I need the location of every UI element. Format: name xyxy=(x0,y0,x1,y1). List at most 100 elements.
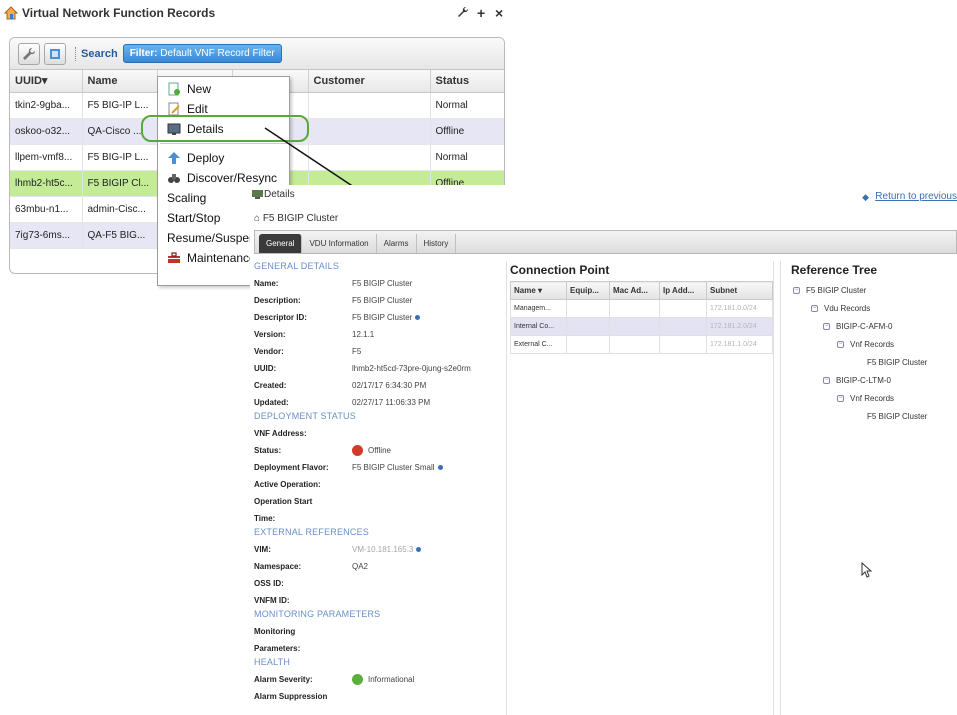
cell-uuid: 7ig73-6ms... xyxy=(10,222,83,249)
field-oss-id: OSS ID: xyxy=(254,579,284,588)
search-label[interactable]: Search xyxy=(81,48,118,60)
wrench-icon xyxy=(23,47,36,60)
tab-vdu-information[interactable]: VDU Information xyxy=(302,234,377,253)
filter-value: Default VNF Record Filter xyxy=(160,48,275,59)
collapse-icon[interactable]: − xyxy=(811,305,818,312)
tab-alarms[interactable]: Alarms xyxy=(377,234,417,253)
tree-node[interactable]: − BIGIP-C-LTM-0 xyxy=(823,376,891,385)
table-row[interactable]: Internal Co... 172.181.2.0/24 xyxy=(510,317,773,336)
cell-name: F5 BIGIP Cl... xyxy=(82,170,158,197)
field-parameters: Parameters: xyxy=(254,644,301,653)
field-vendor: Vendor: F5 xyxy=(254,347,362,356)
field-deployment-flavor: Deployment Flavor: F5 BIGIP Cluster Small xyxy=(254,459,502,476)
toolbar-divider xyxy=(75,46,76,61)
field-vnf-address: VNF Address: xyxy=(254,429,307,438)
export-button[interactable] xyxy=(44,42,66,65)
wrench-icon[interactable] xyxy=(457,5,469,21)
table-row[interactable]: External C... 172.181.1.0/24 xyxy=(510,335,773,354)
tree-node[interactable]: − Vnf Records xyxy=(837,340,894,349)
reference-tree-title: Reference Tree xyxy=(791,263,878,277)
cell-status: Offline xyxy=(430,118,504,145)
cell-uuid: llpem-vmf8... xyxy=(10,144,83,171)
settings-button[interactable] xyxy=(18,42,40,65)
field-name: Name: F5 BIGIP Cluster xyxy=(254,279,413,288)
tree-node-leaf[interactable]: F5 BIGIP Cluster xyxy=(867,412,927,421)
section-heading-monitoring: MONITORING PARAMETERS xyxy=(254,609,381,619)
info-icon[interactable] xyxy=(415,315,421,320)
home-icon[interactable]: ⌂ xyxy=(254,213,263,224)
general-details-column: GENERAL DETAILS Name: F5 BIGIP Cluster De… xyxy=(254,261,502,715)
collapse-icon[interactable]: − xyxy=(837,395,844,402)
column-header-equip[interactable]: Equip... xyxy=(566,281,610,300)
column-header-name[interactable]: Name xyxy=(82,70,158,93)
table-row[interactable]: Managem... 172.181.0.0/24 xyxy=(510,299,773,318)
binoculars-icon xyxy=(168,174,180,183)
tab-history[interactable]: History xyxy=(417,234,457,253)
return-arrow-icon[interactable]: ◆ xyxy=(862,192,869,203)
return-to-previous-link[interactable]: Return to previous xyxy=(875,191,957,202)
menu-divider xyxy=(160,143,287,144)
deploy-arrow-icon xyxy=(168,152,180,164)
column-header-mac[interactable]: Mac Ad... xyxy=(609,281,660,300)
reference-tree-column: Reference Tree − F5 BIGIP Cluster − Vdu Re… xyxy=(780,261,957,715)
vnf-toolbar: Search Filter: Default VNF Record Filter xyxy=(10,38,504,70)
close-button[interactable]: × xyxy=(495,5,503,21)
toolbox-icon xyxy=(168,252,180,263)
column-header-ip[interactable]: Ip Add... xyxy=(659,281,707,300)
section-heading-deployment: DEPLOYMENT STATUS xyxy=(254,411,356,421)
field-monitoring: Monitoring xyxy=(254,627,296,636)
cell-uuid: oskoo-o32... xyxy=(10,118,83,145)
cell-status: Normal xyxy=(430,92,504,119)
field-version: Version: 12.1.1 xyxy=(254,330,375,339)
tab-general[interactable]: General xyxy=(259,234,303,253)
menu-item-new[interactable]: New xyxy=(158,79,289,99)
section-heading-health: HEALTH xyxy=(254,657,291,667)
connection-point-column: Connection Point Name ▾ Equip... Mac Ad.… xyxy=(506,261,873,715)
collapse-icon[interactable]: − xyxy=(823,377,830,384)
cell-name: F5 BIG-IP L... xyxy=(82,92,158,119)
tree-node[interactable]: − F5 BIGIP Cluster xyxy=(793,286,866,295)
filter-chip[interactable]: Filter: Default VNF Record Filter xyxy=(122,44,282,63)
field-alarm-severity: Alarm Severity: Informational xyxy=(254,674,415,685)
field-active-operation: Active Operation: xyxy=(254,480,321,489)
details-breadcrumb: ⌂ F5 BIGIP Cluster xyxy=(254,213,339,224)
add-button[interactable]: + xyxy=(477,5,485,21)
info-icon[interactable] xyxy=(416,547,422,552)
field-vim: VIM: VM-10.181.165.3 xyxy=(254,541,502,558)
window-title: Virtual Network Function Records xyxy=(22,6,216,20)
details-window: Details ◆ Return to previous ⌂ F5 BIGIP … xyxy=(250,185,957,715)
collapse-icon[interactable]: − xyxy=(823,323,830,330)
tree-node[interactable]: − Vnf Records xyxy=(837,394,894,403)
field-description: Description: F5 BIGIP Cluster xyxy=(254,296,413,305)
cell-status: Normal xyxy=(430,144,504,171)
collapse-icon[interactable]: − xyxy=(837,341,844,348)
cell-uuid: tkin2-9gba... xyxy=(10,92,83,119)
menu-item-deploy[interactable]: Deploy xyxy=(158,148,289,168)
cell-customer xyxy=(308,144,431,171)
column-header-subnet[interactable]: Subnet xyxy=(706,281,773,300)
column-header-status[interactable]: Status xyxy=(430,70,504,93)
cell-customer xyxy=(308,118,431,145)
table-header-row: Name ▾ Equip... Mac Ad... Ip Add... Subn… xyxy=(510,281,773,300)
details-header: Details ◆ Return to previous xyxy=(250,185,957,207)
column-header-customer[interactable]: Customer xyxy=(308,70,431,93)
informational-status-icon xyxy=(352,674,363,685)
section-heading-general: GENERAL DETAILS xyxy=(254,261,340,271)
cell-uuid: 63mbu-n1... xyxy=(10,196,83,223)
vnf-titlebar: Virtual Network Function Records + × xyxy=(0,0,516,26)
column-header-name[interactable]: Name ▾ xyxy=(510,281,567,300)
field-namespace: Namespace: QA2 xyxy=(254,562,369,571)
tree-node[interactable]: − Vdu Records xyxy=(811,304,870,313)
tree-node[interactable]: − BIGIP-C-AFM-0 xyxy=(823,322,892,331)
field-uuid: UUID: lhmb2-ht5cd-73pre-0jung-s2e0rm xyxy=(254,364,471,373)
field-descriptor-id: Descriptor ID: F5 BIGIP Cluster xyxy=(254,309,502,326)
info-icon[interactable] xyxy=(437,465,443,470)
field-created: Created: 02/17/17 6:34:30 PM xyxy=(254,381,427,390)
house-network-icon xyxy=(3,6,19,20)
field-operation-start: Operation Start xyxy=(254,497,313,506)
connection-point-title: Connection Point xyxy=(510,263,610,277)
tree-node-leaf[interactable]: F5 BIGIP Cluster xyxy=(867,358,927,367)
section-heading-external: EXTERNAL REFERENCES xyxy=(254,527,369,537)
column-header-uuid[interactable]: UUID▾ xyxy=(10,70,83,93)
collapse-icon[interactable]: − xyxy=(793,287,800,294)
